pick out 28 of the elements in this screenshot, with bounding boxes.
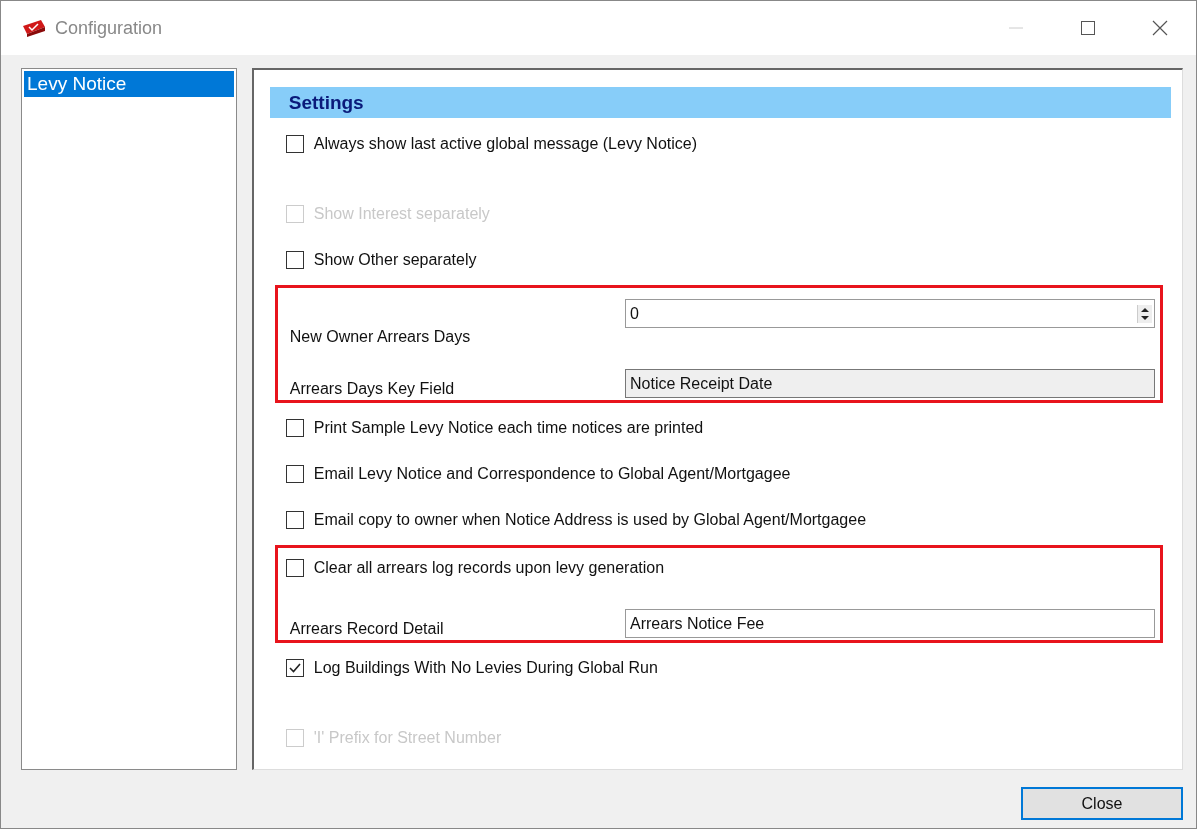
checkbox-label: Print Sample Levy Notice each time notices are printed [313, 419, 704, 437]
window-title: Configuration [55, 17, 164, 39]
checkbox-label: Email Levy Notice and Correspondence to Global Agent/Mortgagee [313, 465, 791, 483]
field-label: New Owner Arrears Days [289, 328, 471, 347]
input-field: Notice Receipt Date [625, 369, 1155, 398]
toolbox-icon [21, 18, 47, 38]
field-label: Arrears Days Key Field [289, 380, 455, 399]
checkbox-label: Always show last active global message (Levy Notice) [313, 135, 697, 153]
checkbox[interactable] [285, 659, 304, 677]
checkbox[interactable] [285, 511, 304, 529]
checkbox[interactable] [285, 419, 304, 437]
checkbox-label: Log Buildings With No Levies During Global Run [313, 659, 658, 677]
checkbox-label: Clear all arrears log records upon levy generation [313, 559, 665, 577]
checkbox[interactable] [285, 559, 304, 577]
checkbox-label: Show Other separately [313, 251, 477, 269]
spinner-icon[interactable] [1137, 304, 1152, 323]
maximize-icon[interactable] [1080, 20, 1096, 36]
checkbox[interactable] [285, 135, 304, 153]
checkbox[interactable] [285, 465, 304, 483]
checkbox[interactable] [285, 251, 304, 269]
close-button[interactable]: Close [1021, 787, 1183, 820]
section-header: Settings [269, 87, 1171, 118]
number-field[interactable]: 0 [625, 299, 1155, 328]
input-field[interactable]: Arrears Notice Fee [625, 609, 1155, 638]
list-item[interactable]: Levy Notice [24, 71, 234, 97]
checkbox-label: Email copy to owner when Notice Address is used by Global Agent/Mortgagee [313, 511, 867, 529]
close-icon[interactable] [1152, 20, 1168, 36]
field-label: Arrears Record Detail [289, 620, 444, 639]
